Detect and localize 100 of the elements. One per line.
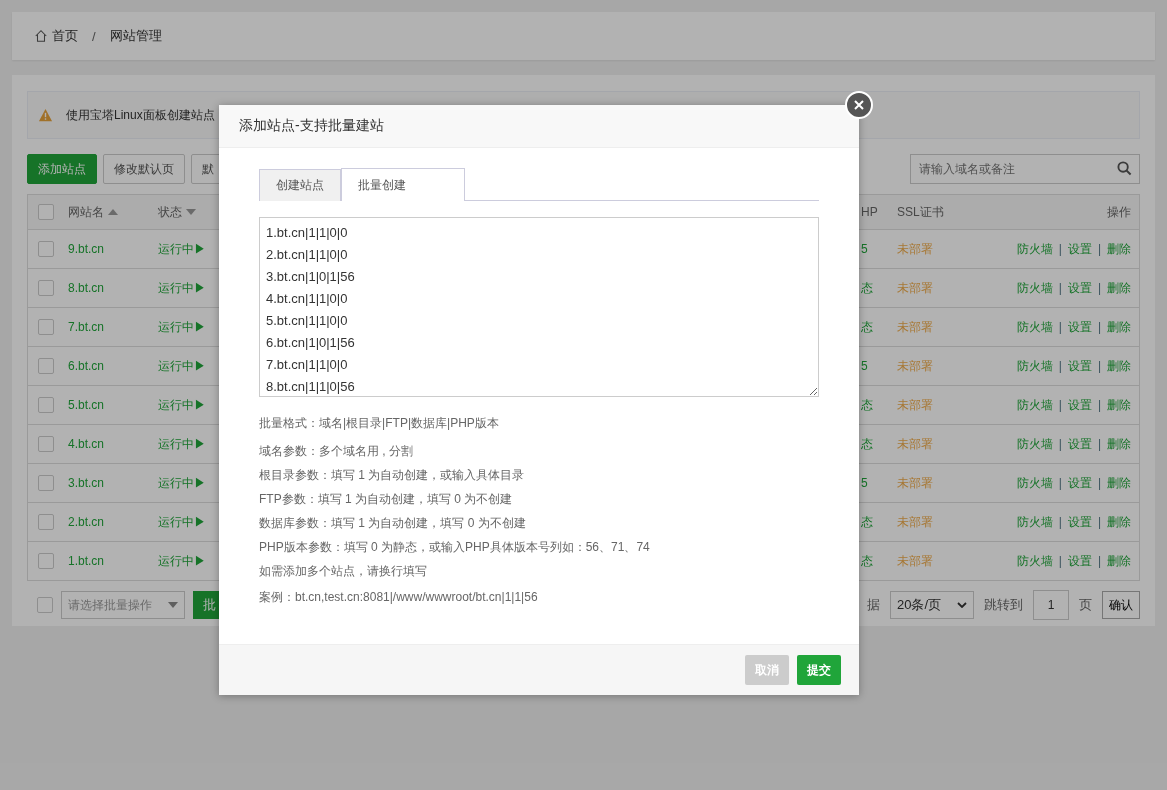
record-count-text: 据	[867, 596, 880, 614]
ssl-link[interactable]: 未部署	[897, 318, 933, 336]
action-link[interactable]: 防火墙	[1016, 357, 1053, 375]
action-link[interactable]: 删除	[1107, 474, 1131, 492]
action-link[interactable]: 设置	[1067, 396, 1092, 414]
ssl-link[interactable]: 未部署	[897, 474, 933, 492]
checkbox[interactable]	[38, 553, 54, 569]
search-field[interactable]: 请输入域名或备注	[910, 154, 1140, 184]
action-separator: |	[1097, 359, 1101, 373]
action-separator: |	[1058, 515, 1062, 529]
action-link[interactable]: 设置	[1067, 474, 1092, 492]
status-link[interactable]: 运行中▶	[158, 474, 206, 492]
action-separator: |	[1058, 476, 1062, 490]
site-link[interactable]: 9.bt.cn	[68, 242, 105, 256]
action-link[interactable]: 防火墙	[1016, 552, 1053, 570]
action-link[interactable]: 删除	[1107, 513, 1131, 531]
table-cell: 态	[861, 435, 873, 453]
status-link[interactable]: 运行中▶	[158, 552, 206, 570]
close-icon[interactable]	[854, 100, 864, 110]
checkbox[interactable]	[38, 436, 54, 452]
action-link[interactable]: 防火墙	[1016, 435, 1053, 453]
page-input[interactable]: 1	[1033, 590, 1069, 620]
submit-button[interactable]: 提交	[797, 655, 841, 685]
site-link[interactable]: 6.bt.cn	[68, 359, 105, 373]
status-link[interactable]: 运行中▶	[158, 396, 206, 414]
action-link[interactable]: 设置	[1067, 513, 1092, 531]
batch-select[interactable]: 请选择批量操作	[61, 591, 185, 619]
checkbox[interactable]	[37, 597, 53, 613]
action-separator: |	[1058, 242, 1062, 256]
status-link[interactable]: 运行中▶	[158, 279, 206, 297]
add-site-button[interactable]: 添加站点	[27, 154, 97, 184]
action-link[interactable]: 设置	[1067, 279, 1092, 297]
action-link[interactable]: 防火墙	[1016, 513, 1053, 531]
action-link[interactable]: 设置	[1067, 240, 1092, 258]
checkbox[interactable]	[38, 241, 54, 257]
table-cell: 态	[861, 318, 873, 336]
batch-input-field[interactable]: 1.bt.cn|1|1|0|0 2.bt.cn|1|1|0|0 3.bt.cn|1|0|1|56 4.bt.cn|1|1|0|0 5.bt.cn|1|1|0|0 6.bt.cn|1|0|1|56 7.bt.cn|1|1|0|0 8.bt.cn|1|1|0|56	[259, 217, 819, 397]
action-link[interactable]: 删除	[1107, 279, 1131, 297]
checkbox[interactable]	[38, 475, 54, 491]
ssl-link[interactable]: 未部署	[897, 513, 933, 531]
checkbox[interactable]	[38, 514, 54, 530]
status-link[interactable]: 运行中▶	[158, 240, 206, 258]
table-cell: 5	[861, 476, 868, 490]
help-text: 域名参数：多个域名用 , 分割	[259, 443, 414, 460]
checkbox[interactable]	[38, 204, 54, 220]
column-header[interactable]: 网站名	[68, 203, 104, 221]
action-link[interactable]: 防火墙	[1016, 240, 1053, 258]
status-link[interactable]: 运行中▶	[158, 435, 206, 453]
action-link[interactable]: 删除	[1107, 357, 1131, 375]
ssl-link[interactable]: 未部署	[897, 435, 933, 453]
tab[interactable]: 创建站点	[259, 169, 341, 201]
confirm-button[interactable]: 确认	[1102, 591, 1140, 619]
home-icon	[34, 29, 48, 43]
search-icon[interactable]	[1117, 161, 1132, 176]
action-link[interactable]: 删除	[1107, 240, 1131, 258]
status-link[interactable]: 运行中▶	[158, 357, 206, 375]
page-size-select[interactable]: 20条/页	[890, 591, 974, 619]
column-header[interactable]: 状态	[158, 203, 182, 221]
action-link[interactable]: 设置	[1067, 552, 1092, 570]
site-link[interactable]: 1.bt.cn	[68, 554, 105, 568]
site-link[interactable]: 3.bt.cn	[68, 476, 105, 490]
site-link[interactable]: 4.bt.cn	[68, 437, 105, 451]
tab[interactable]: 批量创建	[341, 168, 465, 201]
checkbox[interactable]	[38, 358, 54, 374]
ssl-link[interactable]: 未部署	[897, 240, 933, 258]
sort-down-icon[interactable]	[186, 209, 196, 215]
status-link[interactable]: 运行中▶	[158, 318, 206, 336]
action-link[interactable]: 防火墙	[1016, 279, 1053, 297]
sort-up-icon[interactable]	[108, 209, 118, 215]
action-link[interactable]: 删除	[1107, 435, 1131, 453]
current-page-label: 网站管理	[109, 27, 162, 45]
ssl-link[interactable]: 未部署	[897, 279, 933, 297]
ssl-link[interactable]: 未部署	[897, 396, 933, 414]
chevron-icon[interactable]	[957, 602, 967, 608]
home-link[interactable]: 首页	[52, 27, 78, 45]
action-separator: |	[1097, 476, 1101, 490]
caret-icon[interactable]	[168, 602, 178, 608]
ssl-link[interactable]: 未部署	[897, 357, 933, 375]
action-link[interactable]: 设置	[1067, 435, 1092, 453]
site-link[interactable]: 2.bt.cn	[68, 515, 105, 529]
help-text: FTP参数：填写 1 为自动创建，填写 0 为不创建	[259, 491, 514, 508]
checkbox[interactable]	[38, 319, 54, 335]
action-link[interactable]: 防火墙	[1016, 396, 1053, 414]
site-link[interactable]: 5.bt.cn	[68, 398, 105, 412]
toolbar-button[interactable]: 修改默认页	[103, 154, 185, 184]
checkbox[interactable]	[38, 280, 54, 296]
site-link[interactable]: 8.bt.cn	[68, 281, 105, 295]
action-link[interactable]: 设置	[1067, 318, 1092, 336]
action-link[interactable]: 防火墙	[1016, 318, 1053, 336]
action-link[interactable]: 删除	[1107, 318, 1131, 336]
format-text: 批量格式：域名|根目录|FTP|数据库|PHP版本	[259, 415, 500, 431]
action-link[interactable]: 设置	[1067, 357, 1092, 375]
action-link[interactable]: 删除	[1107, 396, 1131, 414]
site-link[interactable]: 7.bt.cn	[68, 320, 105, 334]
ssl-link[interactable]: 未部署	[897, 552, 933, 570]
status-link[interactable]: 运行中▶	[158, 513, 206, 531]
action-link[interactable]: 删除	[1107, 552, 1131, 570]
action-separator: |	[1058, 437, 1062, 451]
action-link[interactable]: 防火墙	[1016, 474, 1053, 492]
checkbox[interactable]	[38, 397, 54, 413]
